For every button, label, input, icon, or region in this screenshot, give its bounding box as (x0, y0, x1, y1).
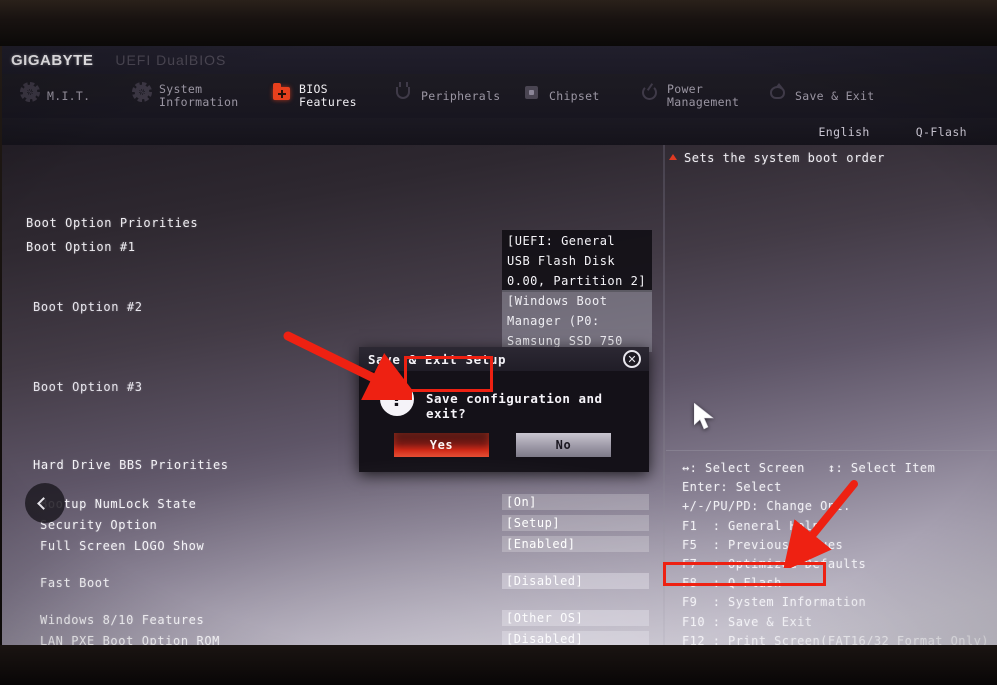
annotation-box-yes-button (404, 356, 493, 392)
folder-plus-icon (272, 82, 292, 102)
tab-power-management[interactable]: Power Management (634, 74, 762, 118)
tab-save-and-exit[interactable]: Save & Exit (762, 74, 882, 118)
tab-chipset[interactable]: Chipset (516, 74, 634, 118)
tab-label: System Information (159, 82, 239, 109)
monitor-bezel-bottom (0, 645, 997, 685)
row-label: Boot Option #1 (26, 240, 136, 254)
key-help-line: ↔: Select Screen ↕: Select Item (682, 461, 936, 475)
tab-label: BIOS Features (299, 82, 357, 109)
gear-icon (20, 82, 40, 102)
chevron-left-icon (37, 496, 50, 510)
fast-boot-value[interactable]: [Disabled] (502, 573, 649, 589)
monitor-bezel-top (0, 0, 997, 46)
boot-option-2-value[interactable]: [Windows Boot Manager (P0: Samsung SSD 7… (502, 290, 652, 352)
annotation-arrow-to-yes-button (283, 331, 412, 400)
uefi-dualbios-label: UEFI DualBIOS (115, 52, 227, 68)
power-icon (640, 82, 660, 102)
plug-icon (394, 82, 414, 102)
key-help-line-f10-save-and-exit: F10 : Save & Exit (682, 614, 813, 629)
annotation-arrow-to-f10 (782, 480, 858, 568)
tab-system-information[interactable]: System Information (126, 74, 266, 118)
mouse-cursor-icon (694, 403, 714, 430)
tab-label: Save & Exit (795, 88, 875, 103)
security-option-value[interactable]: [Setup] (502, 515, 649, 531)
row-label: Hard Drive BBS Priorities (33, 458, 229, 472)
tab-bios-features[interactable]: BIOS Features (266, 74, 388, 118)
tab-label: M.I.T. (47, 88, 91, 103)
q-flash-button[interactable]: Q-Flash (916, 125, 967, 139)
no-button[interactable]: No (516, 433, 611, 457)
row-label: Fast Boot (40, 576, 111, 590)
bootup-numlock-state-value[interactable]: [On] (502, 494, 649, 510)
tab-label: Power Management (667, 82, 740, 109)
gear-icon (132, 82, 152, 102)
exit-icon (768, 82, 788, 102)
row-label: Windows 8/10 Features (40, 613, 205, 627)
close-icon[interactable]: ✕ (623, 350, 641, 368)
row-label: Full Screen LOGO Show (40, 539, 205, 553)
tab-label: Chipset (549, 88, 600, 103)
brand-bar: GIGABYTE UEFI DualBIOS (2, 46, 997, 74)
boot-option-1-value[interactable]: [UEFI: General USB Flash Disk 0.00, Part… (502, 230, 652, 292)
windows-8-10-features-value[interactable]: [Other OS] (502, 610, 649, 626)
scroll-up-marker-icon (669, 154, 677, 160)
tab-label: Peripherals (421, 88, 501, 103)
tab-mit[interactable]: M.I.T. (14, 74, 126, 118)
full-screen-logo-show-value[interactable]: [Enabled] (502, 536, 649, 552)
section-title-label: Boot Option Priorities (26, 216, 199, 230)
help-description: Sets the system boot order (684, 151, 885, 165)
key-help-line: F9 : System Information (682, 595, 867, 610)
yes-button[interactable]: Yes (394, 433, 489, 457)
row-label: Boot Option #3 (33, 380, 143, 394)
chip-icon (522, 82, 542, 102)
gigabyte-logo: GIGABYTE (11, 51, 94, 69)
back-button[interactable] (25, 483, 65, 523)
row-label: Security Option (40, 518, 158, 532)
language-selector[interactable]: English (818, 125, 869, 139)
row-label: Boot Option #2 (33, 300, 143, 314)
dialog-message: Save configuration and exit? (426, 391, 603, 421)
tab-peripherals[interactable]: Peripherals (388, 74, 516, 118)
monitor-photo: GIGABYTE UEFI DualBIOS M.I.T. System Inf… (0, 0, 997, 685)
main-menu-tabbar: M.I.T. System Information BIOS Features … (2, 74, 997, 118)
help-divider (666, 450, 997, 451)
